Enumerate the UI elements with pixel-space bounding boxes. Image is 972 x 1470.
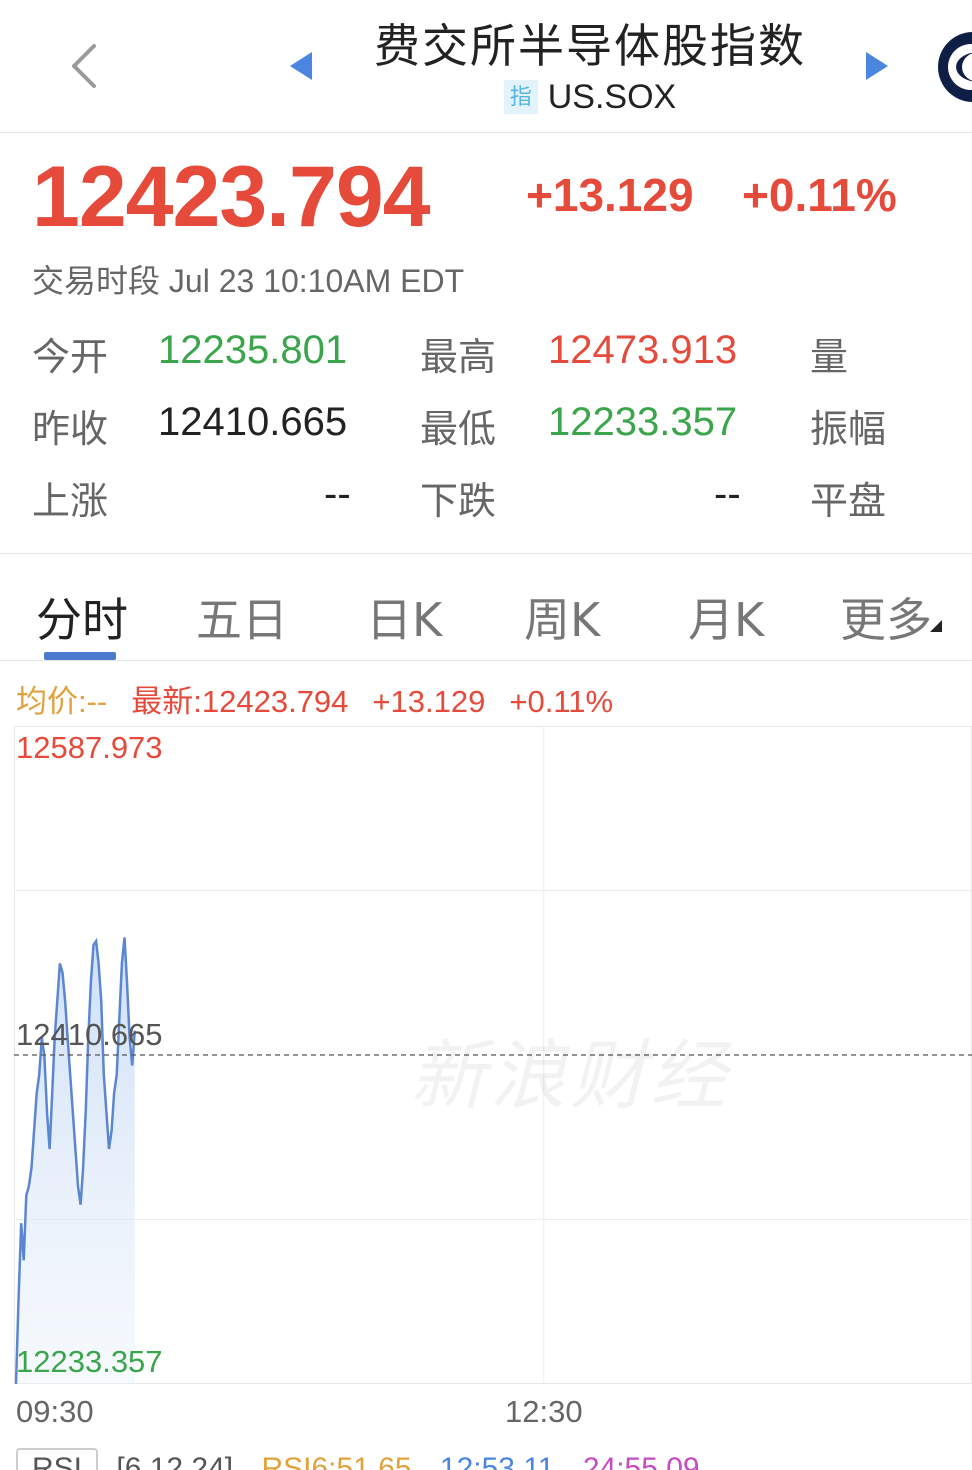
- latest-price: 最新:12423.794: [131, 684, 349, 719]
- prev-close-label: 昨收: [32, 407, 109, 451]
- tab-more[interactable]: 更多: [840, 584, 932, 650]
- down-value: --: [714, 472, 741, 516]
- back-icon[interactable]: [64, 40, 104, 92]
- current-price: 12423.794: [32, 149, 431, 245]
- open-value: 12235.801: [158, 328, 348, 372]
- symbol-text: US.SOX: [547, 78, 677, 116]
- volume-label: 量: [810, 335, 849, 379]
- stock-symbol: 指 US.SOX: [340, 78, 840, 117]
- prev-close-value: 12410.665: [158, 400, 348, 444]
- active-tab-indicator: [44, 652, 116, 660]
- rsi6-value: RSI6:51.65: [261, 1452, 412, 1470]
- flat-label: 平盘: [810, 479, 887, 523]
- x-tick-open: 09:30: [16, 1394, 94, 1429]
- up-label: 上涨: [32, 479, 109, 523]
- trading-session: 交易时段 Jul 23 10:10AM EDT: [32, 263, 465, 299]
- chart-info-bar: 均价:-- 最新:12423.794 +13.129 +0.11%: [16, 676, 613, 721]
- amplitude-label: 振幅: [810, 407, 887, 451]
- y-tick-min: 12233.357: [16, 1344, 163, 1379]
- rsi12-value: 12:53.11: [439, 1452, 555, 1470]
- rsi-params: [6,12,24]: [116, 1452, 234, 1470]
- index-badge: 指: [503, 80, 538, 114]
- open-label: 今开: [32, 335, 109, 379]
- average-price: 均价:--: [16, 684, 108, 719]
- next-stock-icon[interactable]: [864, 50, 890, 82]
- page-title: 费交所半导体股指数: [374, 19, 806, 73]
- tab-monthly-k[interactable]: 月K: [688, 584, 764, 650]
- high-value: 12473.913: [548, 328, 738, 372]
- tab-five-day[interactable]: 五日: [196, 584, 288, 650]
- low-label: 最低: [420, 407, 497, 451]
- price-change-percent: +0.11%: [742, 169, 897, 221]
- prev-stock-icon[interactable]: [288, 50, 314, 82]
- tab-weekly-k[interactable]: 周K: [524, 584, 600, 650]
- latest-change-percent: +0.11%: [509, 684, 614, 719]
- rsi24-value: 24:55.09: [582, 1452, 700, 1470]
- y-tick-max: 12587.973: [16, 730, 163, 765]
- more-dropdown-icon: [930, 620, 942, 632]
- indicator-bar: RSI [6,12,24] RSI6:51.65 12:53.11 24:55.…: [16, 1448, 700, 1470]
- price-change: +13.129: [526, 169, 694, 221]
- tab-daily-k[interactable]: 日K: [366, 584, 442, 650]
- watermark: 新浪财经: [410, 1031, 730, 1120]
- tab-intraday[interactable]: 分时: [36, 584, 128, 650]
- chart-tabs: 分时 五日 日K 周K 月K 更多: [0, 556, 972, 661]
- divider: [0, 553, 972, 554]
- latest-change: +13.129: [372, 684, 486, 719]
- high-label: 最高: [420, 335, 497, 379]
- header: 费交所半导体股指数 指 US.SOX: [0, 0, 972, 133]
- rsi-selector-button[interactable]: RSI: [16, 1448, 99, 1470]
- x-tick-midday: 12:30: [505, 1394, 583, 1429]
- y-tick-ref: 12410.665: [16, 1017, 163, 1052]
- down-label: 下跌: [420, 479, 497, 523]
- app-logo-icon[interactable]: [938, 32, 972, 102]
- up-value: --: [324, 472, 351, 516]
- low-value: 12233.357: [548, 400, 738, 444]
